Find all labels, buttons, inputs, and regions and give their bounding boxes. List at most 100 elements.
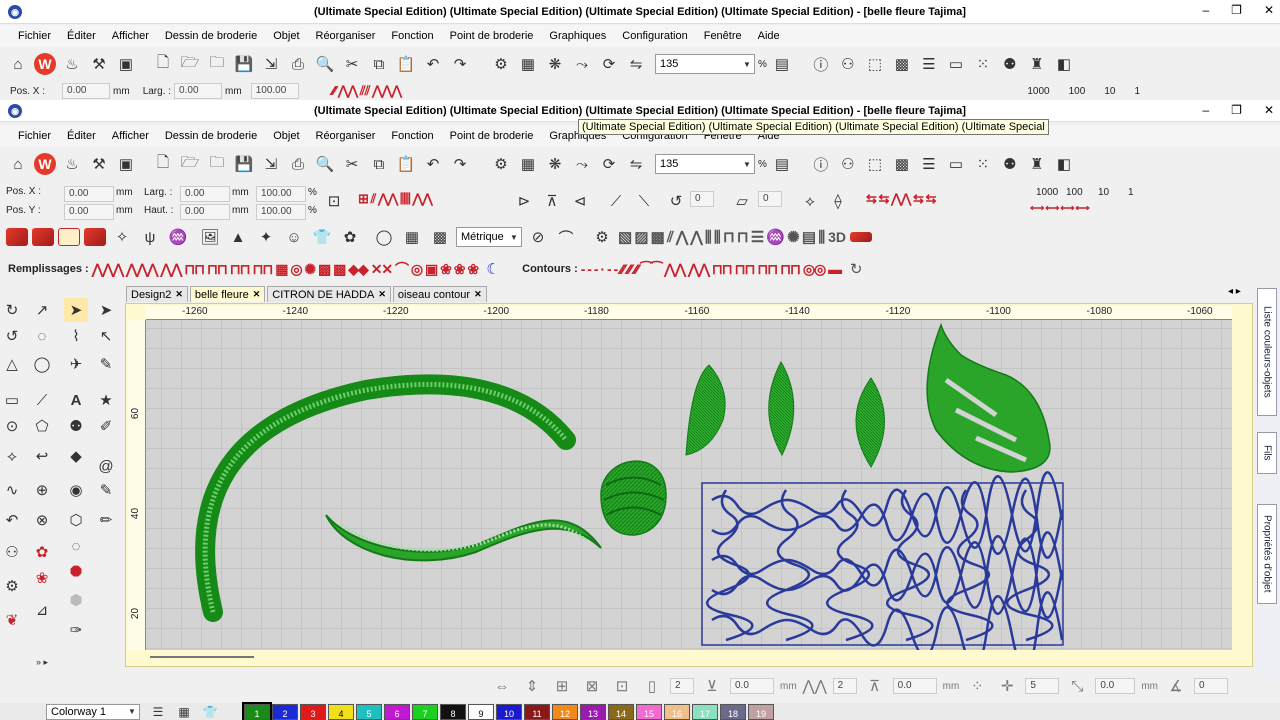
fill-patterns-icons[interactable]: ⋀⋀⋀ ⋀⋀⋀ ⋀⋀ ⊓⊓ ⊓⊓ ⊓⊓ ⊓⊓ ▦ ◎ ✺ ▩ ▩ ◆◆ ✕✕ ⌒… (92, 259, 479, 279)
scale-x-field[interactable]: 100.00 (256, 186, 306, 202)
zoom-combo[interactable]: 135 ▼ (655, 154, 755, 174)
stitch-player-icon[interactable]: ⚙ (489, 152, 513, 176)
scroll-icon[interactable]: ♒ (166, 225, 190, 249)
flip-v-icon[interactable]: ⇕ (520, 674, 544, 698)
count-field[interactable]: 5 (1025, 678, 1060, 694)
reshape-icon[interactable]: ⟡ (798, 189, 822, 213)
moon-icon[interactable]: ☾ (481, 257, 505, 281)
color-swatch[interactable]: 3 (300, 703, 326, 720)
scale-x-field[interactable]: 100.00 (250, 83, 299, 99)
mirror-icon[interactable]: ⇋ (624, 52, 648, 76)
angle-tool-icon[interactable]: ⊿ (30, 598, 54, 622)
menu-dessin-de-broderie[interactable]: Dessin de broderie (157, 30, 265, 42)
export-icon[interactable]: ⇲ (259, 152, 283, 176)
measure-icon[interactable]: ⊘ (526, 225, 550, 249)
motif-icon[interactable]: ✿ (338, 225, 362, 249)
n100-label[interactable]: 100 (1069, 86, 1086, 97)
pos-x-field[interactable]: 0.00 (64, 186, 114, 202)
gem-icon[interactable]: ◆ (64, 444, 88, 468)
undo-icon[interactable]: ↶ (421, 152, 445, 176)
menu-fichier[interactable]: Fichier (10, 30, 59, 42)
tab-scroll-icon[interactable]: ◂ ▸ (1228, 286, 1241, 297)
larg-field[interactable]: 0.00 (180, 186, 230, 202)
rectangle-tool-icon[interactable]: ▭ (0, 388, 24, 412)
oval-tool-icon[interactable]: ◌ (30, 324, 54, 348)
shell-shape[interactable] (600, 460, 667, 536)
tools-icon[interactable]: ⚒ (87, 52, 111, 76)
palette-grid-icon[interactable]: ▦ (172, 704, 196, 720)
offset-field-1[interactable]: 0.0 (730, 678, 774, 694)
menu-aide[interactable]: Aide (750, 30, 788, 42)
zoom-fit-icon[interactable]: ▤ (770, 52, 794, 76)
print-icon[interactable]: ⎙ (286, 52, 310, 76)
menu-afficher[interactable]: Afficher (104, 130, 157, 142)
cut-icon[interactable]: ✂ (340, 52, 364, 76)
stamp-icon[interactable]: ♜ (1025, 52, 1049, 76)
leaf-fill-icon[interactable] (58, 228, 80, 246)
restore-button[interactable]: ❐ (1231, 3, 1242, 17)
wave-icon[interactable] (84, 228, 106, 246)
menu-configuration[interactable]: Configuration (614, 30, 695, 42)
cross-icon[interactable]: ✛ (995, 674, 1019, 698)
haut-field[interactable]: 0.00 (180, 204, 230, 220)
paste-icon[interactable]: 📋 (394, 52, 418, 76)
wilcom-logo-icon[interactable]: W (33, 152, 57, 176)
shirt-icon[interactable]: 👕 (310, 225, 334, 249)
tab-design2[interactable]: Design2 ✕ (126, 286, 188, 302)
color-swatch[interactable]: 19 (748, 703, 774, 720)
loop-icon[interactable]: ◌ (64, 534, 88, 558)
scale-y-field[interactable]: 100.00 (256, 204, 306, 220)
pin-tool-icon[interactable]: ✑ (64, 618, 88, 642)
layers-icon[interactable]: ▣ (114, 52, 138, 76)
wreath-icon[interactable]: ❦ (0, 608, 24, 632)
hoop-outline-icon[interactable]: ◯ (372, 225, 396, 249)
circle-tool-icon[interactable]: ⊙ (0, 414, 24, 438)
color-swatch[interactable]: 16 (664, 703, 690, 720)
offset-field-2[interactable]: 0.0 (892, 678, 937, 694)
save-icon[interactable]: 💾 (232, 152, 256, 176)
open-recent-icon[interactable]: 🗀 (205, 52, 229, 76)
polyline-tool-icon[interactable]: ⟋ (30, 388, 54, 412)
rotate-field-1[interactable]: 0 (690, 191, 714, 207)
star-tool-icon[interactable]: ★ (94, 388, 118, 412)
arc-stroke[interactable] (195, 374, 576, 622)
wave-tool-icon[interactable]: ∿ (0, 478, 24, 502)
spacing-field-1[interactable]: 2 (670, 678, 694, 694)
fork-icon[interactable]: ψ (138, 225, 162, 249)
color-grid-icon[interactable]: ▩ (890, 52, 914, 76)
color-blend-icon[interactable]: ❋ (543, 52, 567, 76)
minimize-button[interactable]: – (1202, 3, 1209, 17)
tools-icon[interactable]: ⚒ (87, 152, 111, 176)
node-edit-icon[interactable]: ↖ (94, 324, 118, 348)
gear-tool-icon[interactable]: ⚙ (0, 574, 24, 598)
mirror-icon[interactable]: ⇋ (624, 152, 648, 176)
hexagon-tool-icon[interactable]: ⬡ (64, 508, 88, 532)
align-right-icon[interactable]: ⊲ (568, 189, 592, 213)
trim-tool-icon[interactable]: ⊕ (30, 478, 54, 502)
hoop-icon[interactable]: ⬚ (863, 52, 887, 76)
menu-fichier[interactable]: Fichier (10, 130, 59, 142)
menu-point-de-broderie[interactable]: Point de broderie (442, 30, 542, 42)
cut-tool-icon[interactable]: ⊗ (30, 508, 54, 532)
thread-chart-icon[interactable]: ☰ (917, 152, 941, 176)
menu-réorganiser[interactable]: Réorganiser (308, 30, 384, 42)
team-names-icon[interactable]: ⚉ (998, 52, 1022, 76)
border-icon[interactable] (850, 232, 873, 242)
step-arrows-icon[interactable]: ⟷ ⟷ ⟷ ⟷ (1030, 203, 1090, 214)
align-center-icon[interactable]: ⊼ (540, 189, 564, 213)
new-file-icon[interactable]: 🗋 (151, 152, 175, 176)
bird-tool-icon[interactable]: ✈ (64, 352, 88, 376)
menu-graphiques[interactable]: Graphiques (541, 30, 614, 42)
home-icon[interactable]: ⌂ (6, 52, 30, 76)
info-icon[interactable]: ⓘ (809, 152, 833, 176)
leaf-1[interactable] (685, 364, 726, 456)
hoop-icon[interactable]: ⬚ (863, 152, 887, 176)
rotate-icon[interactable]: ⟳ (597, 152, 621, 176)
spiral-icon[interactable]: @ (94, 454, 118, 478)
flip-both-icon[interactable]: ⊞ (550, 674, 574, 698)
triangle-tool-icon[interactable]: △ (0, 352, 24, 376)
picture-icon[interactable]: 🖼 (198, 225, 222, 249)
color-swatch[interactable]: 13 (580, 703, 606, 720)
stamp-icon[interactable]: ♜ (1025, 152, 1049, 176)
open-folder-icon[interactable]: 🗁 (178, 52, 202, 76)
